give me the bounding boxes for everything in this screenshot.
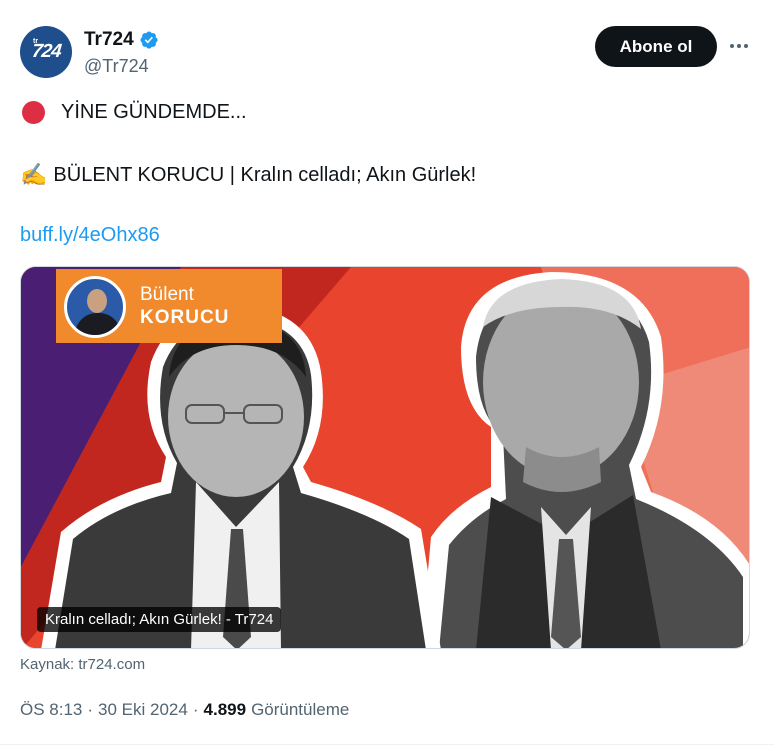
banner-last-name: KORUCU [140, 307, 230, 328]
card-title[interactable]: Kralın celladı; Akın Gürlek! - Tr724 [37, 607, 282, 632]
tweet-line-2: ✍️ BÜLENT KORUCU | Kralın celladı; Akın … [20, 162, 476, 188]
red-circle-icon [22, 101, 45, 124]
tweet: tr 724 Tr724 @Tr724 Abone ol YİNE GÜNDEM… [0, 0, 774, 752]
author-display-name[interactable]: Tr724 [84, 29, 134, 51]
separator-dot: · [87, 700, 94, 719]
views-count: 4.899 [203, 700, 247, 719]
follow-button[interactable]: Abone ol [595, 26, 717, 67]
more-options-icon[interactable] [726, 33, 752, 59]
tweet-time[interactable]: ÖS 8:13 [20, 700, 82, 720]
tweet-line-2-text: BÜLENT KORUCU | Kralın celladı; Akın Gür… [53, 163, 477, 186]
link-card[interactable]: Bülent KORUCU Kralın celladı; Akın Gürle… [20, 266, 750, 649]
tweet-date[interactable]: 30 Eki 2024 [98, 700, 188, 720]
author-handle[interactable]: @Tr724 [84, 56, 149, 77]
tweet-link[interactable]: buff.ly/4eOhx86 [20, 224, 160, 247]
author-avatar[interactable]: tr 724 [20, 26, 72, 78]
author-banner: Bülent KORUCU [56, 269, 282, 343]
author-name-row[interactable]: Tr724 [84, 29, 159, 51]
divider [0, 744, 774, 745]
tweet-line-1: YİNE GÜNDEMDE... [20, 101, 247, 124]
avatar-text: 724 [30, 41, 62, 62]
banner-first-name: Bülent [140, 284, 194, 305]
separator-dot: · [192, 700, 199, 719]
verified-badge-icon [140, 31, 158, 49]
banner-avatar [64, 276, 126, 338]
card-source[interactable]: Kaynak: tr724.com [20, 656, 145, 673]
writing-hand-icon: ✍️ [20, 162, 48, 187]
tweet-meta: ÖS 8:13 · 30 Eki 2024 · 4.899 Görüntülem… [20, 700, 349, 720]
views-label: Görüntüleme [251, 700, 350, 719]
tweet-line-1-text: YİNE GÜNDEMDE... [61, 101, 247, 123]
